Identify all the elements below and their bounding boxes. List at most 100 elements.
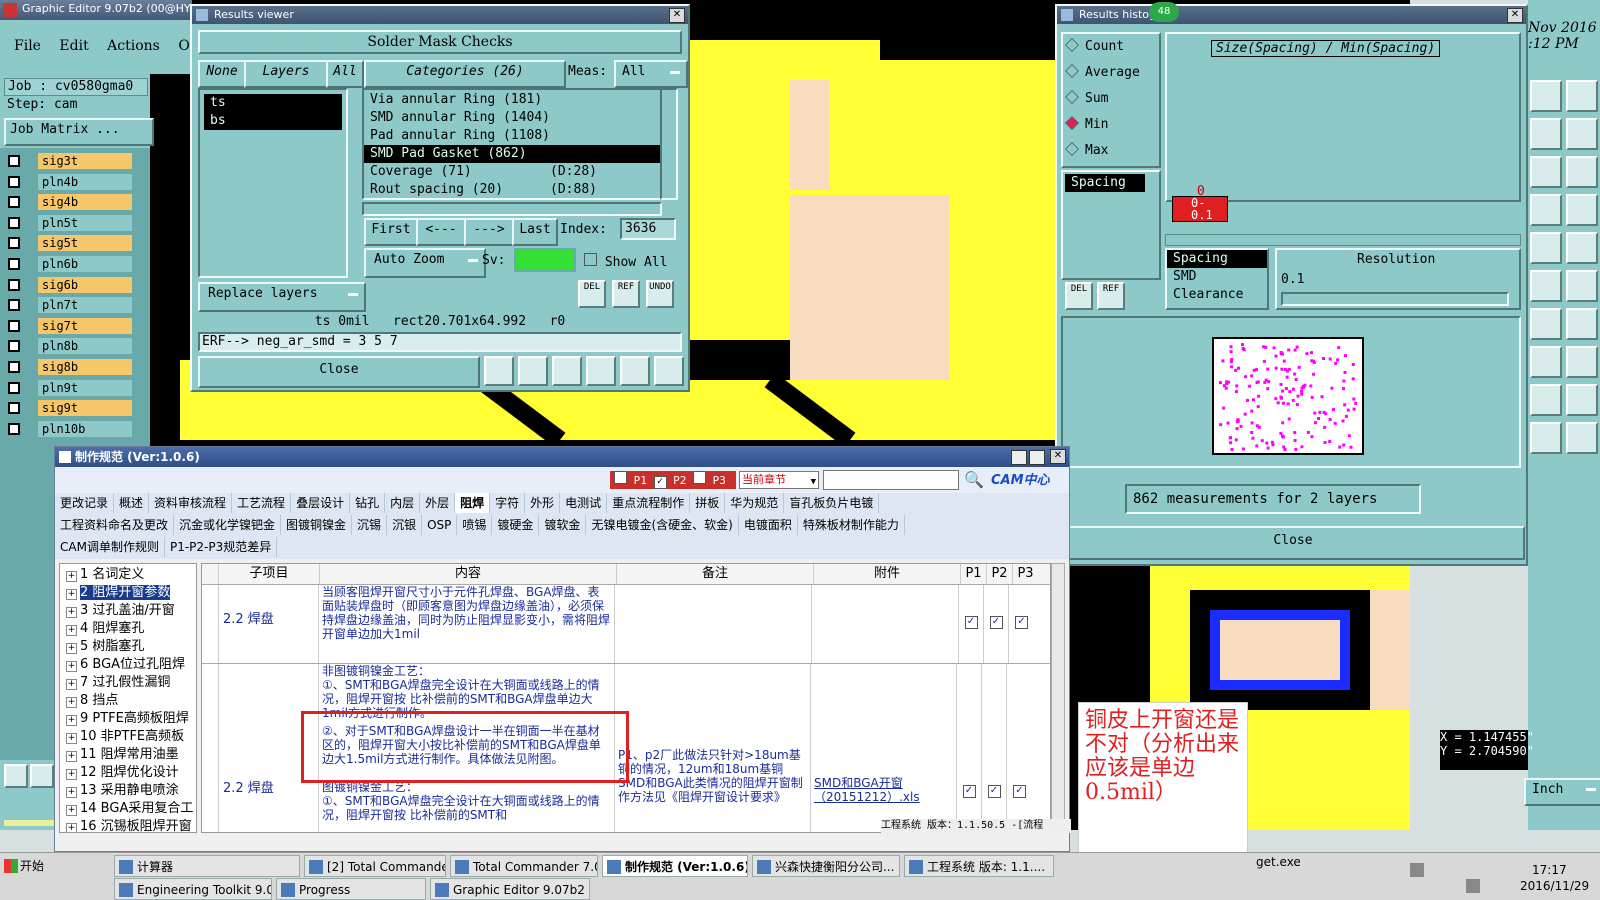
layer-toggle-icon[interactable] [8, 422, 20, 435]
spec-tree[interactable]: +1 名词定义 +2 阻焊开窗参数 +3 过孔盖油/开窗 +4 阻焊塞孔 +5 树脂塞孔… [59, 563, 197, 833]
p3-checkbox[interactable] [693, 471, 706, 484]
tab[interactable]: 拼板 [690, 493, 726, 513]
sv-color-select[interactable] [514, 248, 576, 272]
layer-toggle-icon[interactable] [8, 340, 20, 353]
histogram-bar[interactable]: 0- 0.1 [1172, 196, 1228, 222]
layer-item-ts[interactable]: ts [204, 94, 342, 112]
layer-row-pln8b[interactable]: pln8b [4, 337, 132, 355]
tool-icon-a[interactable] [4, 764, 28, 788]
tab[interactable]: 沉金或化学镍钯金 [174, 515, 282, 535]
grid-icon[interactable] [1566, 194, 1598, 226]
tab[interactable]: 特殊板材制作能力 [798, 515, 905, 535]
tab[interactable]: 沉锡 [352, 515, 388, 535]
tab[interactable]: 工程资料命名及更改 [55, 515, 175, 535]
layer-row-sig6b[interactable]: sig6b [4, 276, 132, 294]
tree-item[interactable]: +4 阻焊塞孔 [60, 620, 196, 638]
category-hscrollbar[interactable] [362, 202, 662, 216]
layer-row-sig4b[interactable]: sig4b [4, 193, 132, 211]
expand-icon[interactable]: + [66, 805, 77, 816]
layer-row-pln10b[interactable]: pln10b [4, 420, 132, 438]
meas-select[interactable]: All [614, 60, 688, 88]
tab[interactable]: 工艺流程 [232, 493, 292, 513]
layer-toggle-icon[interactable] [8, 196, 20, 209]
taskbar-button[interactable]: Progress [276, 878, 426, 900]
layer-row-sig9t[interactable]: sig9t [4, 399, 132, 417]
tree-item[interactable]: +12 阻焊优化设计 [60, 764, 196, 782]
zoom-icon[interactable] [1530, 118, 1562, 150]
tree-item[interactable]: +3 过孔盖油/开窗 [60, 602, 196, 620]
layer-toggle-icon[interactable] [8, 155, 20, 167]
expand-icon[interactable]: + [66, 733, 77, 744]
expand-icon[interactable]: + [66, 607, 77, 618]
stat-option-count[interactable]: Count [1063, 34, 1159, 60]
tab[interactable]: 镀软金 [539, 515, 587, 535]
menu-file[interactable]: File [14, 38, 41, 54]
index-field[interactable]: 3636 [620, 218, 676, 240]
category-list[interactable]: Via annular Ring (181) SMD annular Ring (… [362, 88, 662, 200]
tab[interactable]: 电测试 [560, 493, 608, 513]
tab[interactable]: 内层 [385, 493, 421, 513]
category-item[interactable]: Pad annular Ring (1108) [364, 127, 660, 145]
layer-toggle-icon[interactable] [8, 278, 20, 291]
type-clearance[interactable]: Clearance [1167, 286, 1267, 304]
layer-row-sig7t[interactable]: sig7t [4, 317, 132, 335]
select-icon[interactable] [1566, 346, 1598, 378]
expand-icon[interactable]: + [66, 751, 77, 762]
tab[interactable]: 概述 [114, 493, 150, 513]
tab[interactable]: 无镍电镀金(含硬金、软金) [586, 515, 739, 535]
close-icon[interactable]: ✕ [1507, 8, 1523, 23]
minimize-icon[interactable] [1011, 450, 1027, 465]
circle-icon[interactable] [1566, 232, 1598, 264]
tray-get[interactable]: get.exe [1256, 855, 1301, 869]
tab[interactable]: 图镀铜镍金 [281, 515, 353, 535]
tab[interactable]: 钻孔 [350, 493, 386, 513]
tab[interactable]: 华为规范 [725, 493, 785, 513]
layer-toggle-icon[interactable] [8, 216, 20, 229]
del-button[interactable]: DEL [578, 280, 606, 308]
all-layers-button[interactable]: All [326, 60, 364, 88]
resolution-slider[interactable] [1281, 292, 1509, 306]
clear-icon[interactable] [552, 356, 582, 386]
expand-icon[interactable]: + [66, 715, 77, 726]
tab[interactable]: OSP [422, 515, 458, 535]
taskbar-button[interactable]: [2] Total Commander 7... [304, 855, 446, 877]
tab[interactable]: 更改记录 [55, 493, 115, 513]
layer-item-bs[interactable]: bs [204, 112, 342, 130]
expand-icon[interactable]: + [66, 625, 77, 636]
expand-icon[interactable]: + [66, 823, 77, 832]
categories-button[interactable]: Categories (26) [364, 60, 566, 88]
p2-checkbox[interactable]: ✓ [653, 476, 667, 489]
tree-item[interactable]: +2 阻焊开窗参数 [60, 584, 196, 602]
auto-zoom-select[interactable]: Auto Zoom [364, 248, 486, 278]
menu-actions[interactable]: Actions [107, 38, 160, 54]
expand-icon[interactable]: + [66, 589, 77, 600]
board-preview[interactable] [1061, 316, 1521, 468]
move-icon[interactable] [1530, 346, 1562, 378]
tree-item[interactable]: +9 PTFE高频板阻焊 [60, 710, 196, 728]
row2-p2-check[interactable]: ✓ [987, 785, 1001, 798]
tab[interactable]: 外层 [420, 493, 456, 513]
close-icon[interactable]: ✕ [669, 8, 685, 23]
tree-item[interactable]: +16 沉锡板阻焊开窗 [60, 818, 196, 832]
type-list[interactable]: Spacing [1061, 170, 1161, 280]
category-scrollbar[interactable] [660, 88, 678, 200]
tab[interactable]: 重点流程制作 [607, 493, 691, 513]
taskbar-button[interactable]: Graphic Editor 9.07b2 (0... [430, 878, 590, 900]
expand-icon[interactable]: + [66, 679, 77, 690]
layer-row-pln7t[interactable]: pln7t [4, 296, 132, 314]
stat-option-sum[interactable]: Sum [1063, 86, 1159, 112]
layer-toggle-icon[interactable] [8, 319, 20, 332]
layer-toggle-icon[interactable] [8, 237, 20, 250]
align-icon[interactable] [1530, 384, 1562, 416]
table-scrollbar[interactable] [1051, 563, 1065, 833]
stat-option-average[interactable]: Average [1063, 60, 1159, 86]
expand-icon[interactable]: + [66, 697, 77, 708]
tree-item[interactable]: +8 挡点 [60, 692, 196, 710]
ruler-icon[interactable] [1530, 232, 1562, 264]
tree-item[interactable]: +7 过孔假性漏铜 [60, 674, 196, 692]
taskbar-button[interactable]: 工程系统 版本: 1.1.... [904, 855, 1054, 877]
category-item[interactable]: Rout spacing (20) (D:88) [364, 181, 660, 199]
expand-icon[interactable]: + [66, 787, 77, 798]
warning-icon[interactable] [1566, 384, 1598, 416]
layer-row-sig8b[interactable]: sig8b [4, 358, 132, 376]
